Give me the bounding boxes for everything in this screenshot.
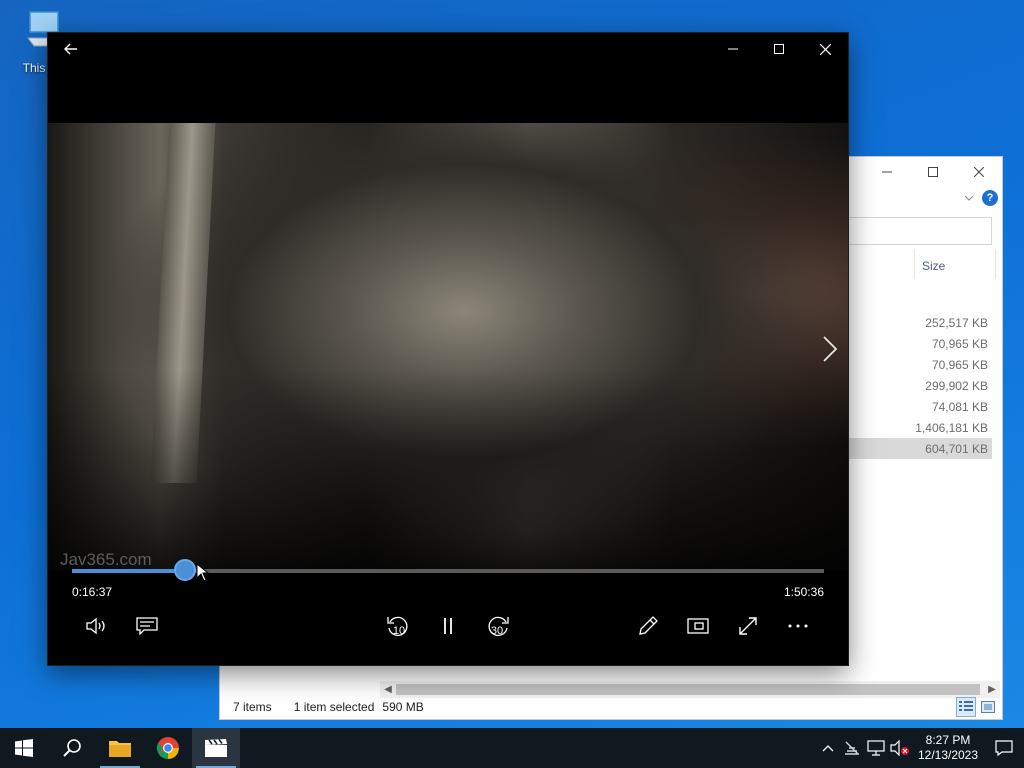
- close-icon: [974, 167, 984, 177]
- volume-tray-button[interactable]: [888, 728, 912, 768]
- seek-bar[interactable]: [72, 559, 824, 581]
- status-selected-size: 590 MB: [382, 700, 424, 714]
- explorer-maximize-button[interactable]: [910, 157, 956, 187]
- seek-bar-progress: [72, 569, 185, 573]
- status-selected-count: 1 item selected: [293, 700, 375, 714]
- file-explorer-taskbar-button[interactable]: [96, 728, 144, 768]
- volume-button[interactable]: [77, 609, 117, 643]
- volume-icon: [86, 617, 105, 635]
- more-icon: [788, 624, 808, 628]
- details-view-icon: [959, 701, 973, 711]
- movies-tv-taskbar-button[interactable]: [192, 728, 240, 768]
- maximize-button[interactable]: [756, 33, 802, 65]
- more-options-button[interactable]: [778, 609, 818, 643]
- close-button[interactable]: [802, 33, 848, 65]
- arrow-left-icon: [64, 43, 77, 55]
- explorer-status-bar: 7 items 1 item selected 590 MB: [220, 695, 1002, 719]
- view-toggles: [956, 697, 998, 717]
- file-size-cell[interactable]: 70,965 KB: [848, 354, 992, 375]
- file-size-cell[interactable]: 74,081 KB: [848, 396, 992, 417]
- rewind-seconds-label: 10: [393, 625, 405, 637]
- help-glyph: ?: [986, 192, 994, 204]
- edit-button[interactable]: [628, 609, 668, 643]
- mini-view-icon: [687, 618, 709, 634]
- taskbar: 8:27 PM 12/13/2023: [0, 728, 1024, 768]
- pause-button[interactable]: [428, 609, 468, 643]
- maximize-icon: [774, 44, 784, 54]
- network-offline-icon: [845, 741, 859, 755]
- fullscreen-icon: [739, 617, 757, 635]
- skip-forward-30-icon: 30: [488, 616, 509, 637]
- pause-icon: [444, 618, 452, 634]
- minimize-button[interactable]: [710, 33, 756, 65]
- maximize-icon: [928, 167, 938, 177]
- explorer-search-input[interactable]: [840, 217, 992, 245]
- skip-back-10-icon: 10: [387, 616, 408, 637]
- fullscreen-button[interactable]: [728, 609, 768, 643]
- windows-icon: [15, 739, 33, 757]
- file-size-cell[interactable]: 70,965 KB: [848, 333, 992, 354]
- chevron-up-icon: [822, 745, 834, 752]
- help-button[interactable]: ?: [982, 190, 998, 206]
- clapperboard-icon: [205, 739, 227, 757]
- file-size-cell[interactable]: 299,902 KB: [848, 375, 992, 396]
- minimize-icon: [728, 48, 738, 50]
- file-size-cell[interactable]: 252,517 KB: [848, 312, 992, 333]
- clock-time: 8:27 PM: [925, 733, 971, 747]
- rewind-10-button[interactable]: 10: [378, 609, 418, 643]
- start-button[interactable]: [0, 728, 48, 768]
- explorer-minimize-button[interactable]: [864, 157, 910, 187]
- mouse-cursor-icon: [196, 563, 210, 582]
- video-player-window[interactable]: Jav365.com 0:16:37 1:50:36 10 30: [48, 33, 848, 665]
- captions-button[interactable]: [127, 609, 167, 643]
- large-icons-view-button[interactable]: [978, 697, 998, 717]
- close-icon: [819, 43, 831, 55]
- explorer-close-button[interactable]: [956, 157, 1002, 187]
- ethernet-icon: [867, 740, 885, 756]
- folder-icon: [109, 741, 131, 757]
- player-title-bar[interactable]: [48, 33, 848, 65]
- large-icons-view-icon: [981, 701, 995, 713]
- video-watermark: Jav365.com: [60, 550, 152, 569]
- current-time: 0:16:37: [72, 585, 113, 599]
- captions-icon: [136, 617, 158, 635]
- file-size-cell[interactable]: 1,406,181 KB: [848, 417, 992, 438]
- back-button[interactable]: [48, 33, 94, 65]
- minimize-icon: [882, 171, 892, 173]
- system-tray: 8:27 PM 12/13/2023: [816, 728, 1024, 768]
- network-offline-tray-button[interactable]: [840, 728, 864, 768]
- file-size-list: 252,517 KB 70,965 KB 70,965 KB 299,902 KB 74…: [848, 312, 992, 459]
- chrome-taskbar-button[interactable]: [144, 728, 192, 768]
- notification-icon: [995, 740, 1013, 756]
- total-time: 1:50:36: [783, 585, 824, 599]
- action-center-button[interactable]: [984, 728, 1024, 768]
- search-icon: [63, 739, 81, 757]
- chrome-icon: [156, 737, 179, 759]
- chevron-right-icon: [823, 336, 838, 362]
- explorer-window-controls: [864, 157, 1002, 187]
- show-hidden-icons-button[interactable]: [816, 728, 840, 768]
- mini-view-button[interactable]: [678, 609, 718, 643]
- status-item-count: 7 items: [233, 700, 272, 714]
- ethernet-tray-button[interactable]: [864, 728, 888, 768]
- clock-date: 12/13/2023: [917, 748, 979, 762]
- seek-bar-thumb[interactable]: [173, 559, 196, 581]
- scrollbar-thumb[interactable]: [396, 684, 980, 695]
- next-video-button[interactable]: [822, 335, 838, 368]
- chevron-down-icon[interactable]: [964, 193, 976, 205]
- details-view-button[interactable]: [956, 697, 976, 717]
- video-frame[interactable]: [48, 123, 848, 571]
- file-size-cell[interactable]: 604,701 KB: [848, 438, 992, 459]
- forward-30-button[interactable]: 30: [478, 609, 518, 643]
- column-header-size[interactable]: Size: [914, 249, 996, 279]
- clock[interactable]: 8:27 PM 12/13/2023: [912, 733, 984, 763]
- forward-seconds-label: 30: [491, 625, 503, 637]
- pencil-icon: [639, 616, 658, 635]
- search-button[interactable]: [48, 728, 96, 768]
- volume-muted-icon: [890, 740, 909, 756]
